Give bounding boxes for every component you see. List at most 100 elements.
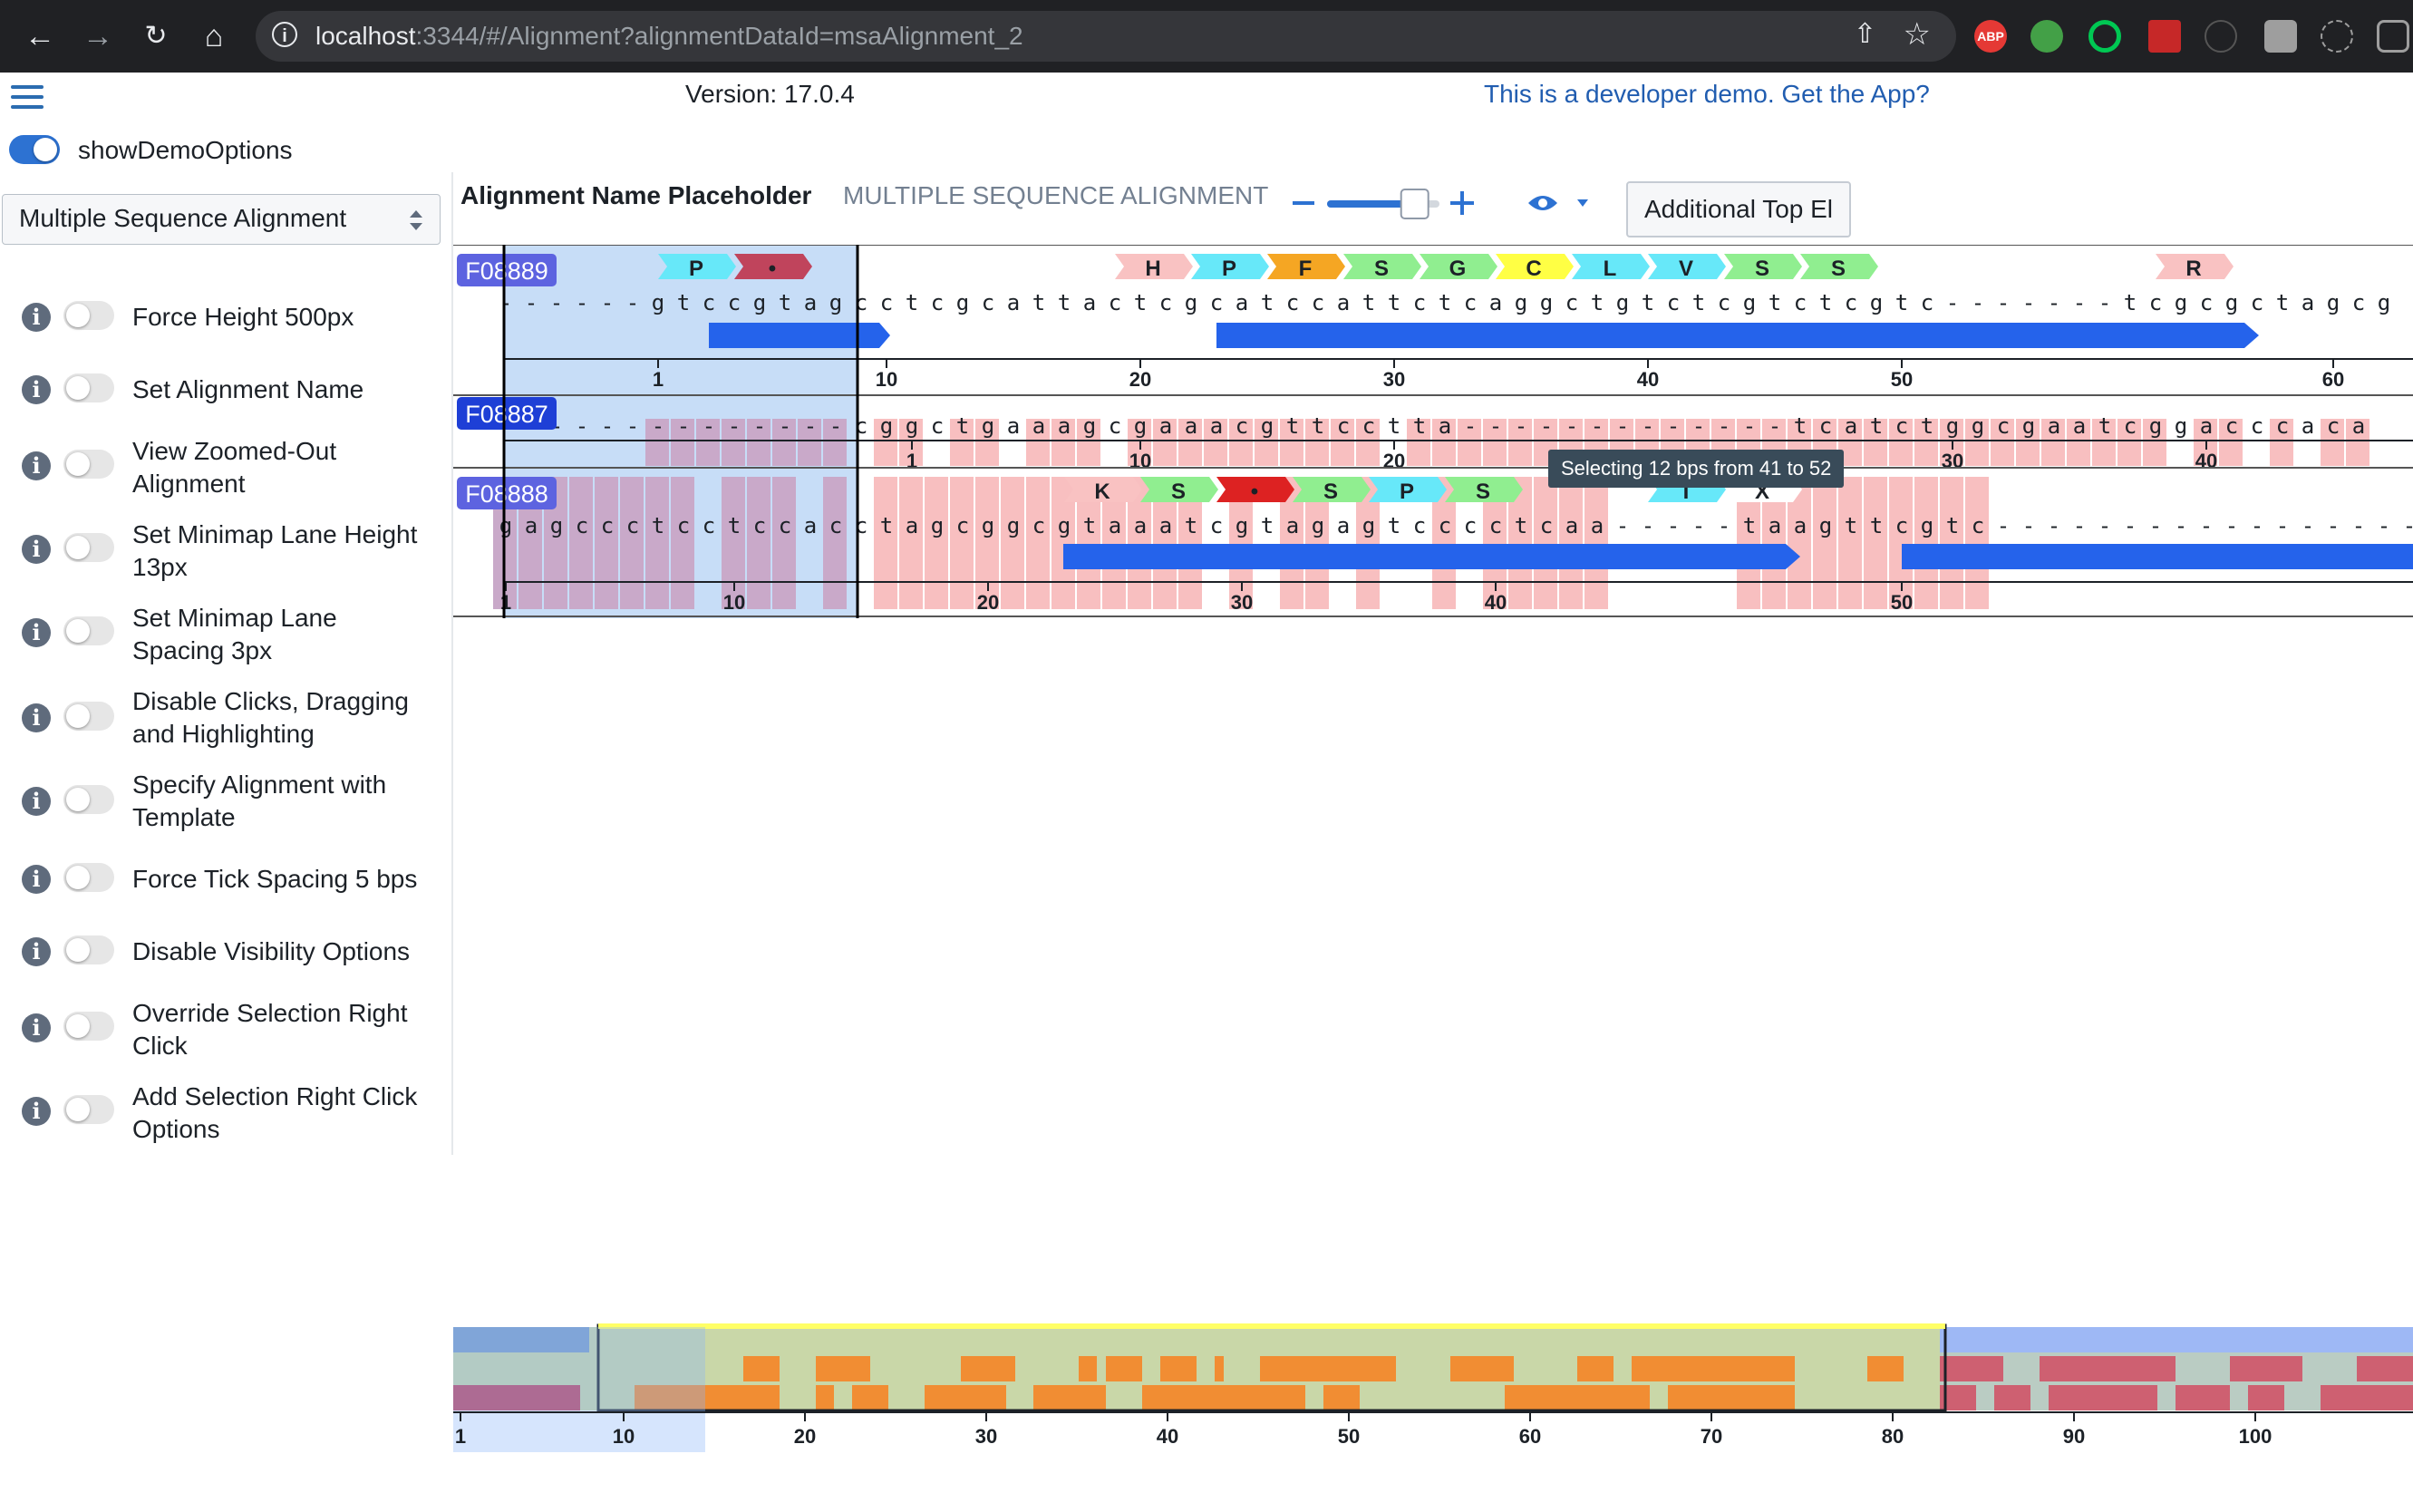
zoom-plus-icon[interactable] <box>1450 191 1474 215</box>
base-letter: t <box>1185 513 1197 538</box>
info-icon[interactable]: i <box>22 787 51 816</box>
amino-acid-label: S <box>1171 480 1186 504</box>
option-toggle[interactable] <box>63 1012 114 1041</box>
base-letter: a <box>1210 413 1223 439</box>
base-letter: c <box>1439 513 1451 538</box>
profile-icon[interactable] <box>2377 20 2409 53</box>
menu-icon[interactable] <box>11 85 44 112</box>
base-letter: - <box>601 290 614 315</box>
mismatch-highlight <box>620 477 644 609</box>
info-icon[interactable]: i <box>22 375 51 404</box>
extension-icon[interactable] <box>2205 20 2237 53</box>
info-icon[interactable]: i <box>22 865 51 894</box>
base-letter: c <box>2124 413 2137 439</box>
base-letter: - <box>2098 290 2111 315</box>
minimap-block <box>1505 1385 1650 1410</box>
base-letter: t <box>1439 290 1451 315</box>
share-icon[interactable]: ⇧ <box>1854 18 1876 50</box>
amino-acid-label: G <box>1449 257 1467 281</box>
visibility-options[interactable] <box>1526 190 1590 218</box>
back-icon[interactable]: ← <box>20 16 60 56</box>
option-toggle[interactable] <box>63 785 114 814</box>
option-toggle[interactable] <box>63 863 114 892</box>
option-toggle[interactable] <box>63 450 114 479</box>
extension-icon[interactable] <box>2264 20 2297 53</box>
zoom-slider[interactable] <box>1291 189 1478 219</box>
forward-icon[interactable]: → <box>78 16 118 56</box>
base-letter: a <box>804 290 817 315</box>
base-letter: t <box>1286 413 1299 439</box>
base-letter: c <box>1413 290 1426 315</box>
base-letter: t <box>1083 513 1096 538</box>
base-letter: - <box>2022 290 2035 315</box>
base-letter: t <box>1870 413 1883 439</box>
base-letter: c <box>1845 290 1857 315</box>
minimap-tick-label: 80 <box>1882 1425 1904 1448</box>
base-letter: - <box>779 413 791 439</box>
base-letter: - <box>1997 290 2010 315</box>
amino-acid-label: S <box>1374 257 1389 281</box>
info-icon[interactable]: i <box>22 618 51 647</box>
base-letter: - <box>1540 413 1553 439</box>
info-icon[interactable]: i <box>22 535 51 564</box>
info-icon[interactable]: i <box>22 937 51 966</box>
alignment-view[interactable]: P • H P F S G C L V S S R- - - - - - g t c c g t a g c c t c g c a t t a c t c… <box>453 245 2413 618</box>
base-letter: - <box>1769 413 1781 439</box>
base-letter: c <box>1997 413 2010 439</box>
base-letter: a <box>2048 413 2060 439</box>
option-toggle[interactable] <box>63 533 114 562</box>
minimap-viewport-top <box>598 1323 1945 1329</box>
base-letter: g <box>1946 413 1959 439</box>
option-label: Disable Clicks, Dragging and Highlightin… <box>132 687 410 748</box>
base-letter: t <box>880 513 893 538</box>
base-letter: c <box>1565 290 1578 315</box>
feature-arrow <box>1902 544 2413 569</box>
option-toggle[interactable] <box>63 616 114 645</box>
show-demo-options-toggle[interactable] <box>9 135 60 164</box>
info-icon[interactable]: i <box>22 303 51 332</box>
base-letter: - <box>2124 513 2137 538</box>
demo-select[interactable]: Multiple Sequence Alignment <box>2 194 441 245</box>
option-toggle[interactable] <box>63 1095 114 1124</box>
option-toggle[interactable] <box>63 373 114 402</box>
browser-chrome: ← → ↻ ⌂ i localhost:3344/#/Alignment?ali… <box>0 0 2413 73</box>
info-icon[interactable]: i <box>22 451 51 480</box>
site-info-icon[interactable]: i <box>272 22 297 47</box>
tick-label: 1 <box>500 591 511 614</box>
base-letter: g <box>1236 513 1248 538</box>
option-label: Add Selection Right Click Options <box>132 1082 418 1143</box>
option-toggle[interactable] <box>63 301 114 330</box>
option-label: Override Selection Right Click <box>132 999 408 1060</box>
base-letter: a <box>906 513 918 538</box>
base-letter: - <box>1591 413 1604 439</box>
extension-icon[interactable] <box>2030 20 2063 53</box>
get-app-link[interactable]: This is a developer demo. Get the App? <box>1484 80 1930 109</box>
sequence-name: F08887 <box>465 401 548 428</box>
base-letter: a <box>525 513 538 538</box>
info-icon[interactable]: i <box>22 703 51 732</box>
zoom-minus-icon[interactable] <box>1293 201 1314 205</box>
extension-icon[interactable] <box>2148 20 2181 53</box>
base-letter: t <box>1845 513 1857 538</box>
minimap-block <box>1323 1385 1360 1410</box>
option-toggle[interactable] <box>63 702 114 731</box>
reload-icon[interactable]: ↻ <box>136 16 176 56</box>
option-toggle[interactable] <box>63 935 114 964</box>
minimap[interactable]: 1 10 20 30 40 50 60 70 80 90 100 <box>453 1316 2413 1452</box>
extension-icon[interactable] <box>2321 20 2353 53</box>
additional-top-button[interactable]: Additional Top El <box>1626 181 1851 237</box>
home-icon[interactable]: ⌂ <box>194 16 234 56</box>
minimap-tick-label: 20 <box>794 1425 816 1448</box>
info-icon[interactable]: i <box>22 1013 51 1042</box>
bookmark-star-icon[interactable]: ☆ <box>1904 16 1931 53</box>
address-bar[interactable]: i localhost:3344/#/Alignment?alignmentDa… <box>256 11 1956 62</box>
base-letter: - <box>1616 413 1629 439</box>
adblock-icon[interactable]: ABP <box>1974 20 2007 53</box>
base-letter: t <box>1769 290 1781 315</box>
zoom-handle[interactable] <box>1400 189 1429 219</box>
base-letter: c <box>1667 290 1680 315</box>
base-letter: - <box>1692 413 1705 439</box>
info-icon[interactable]: i <box>22 1097 51 1126</box>
base-letter: c <box>703 513 715 538</box>
extension-icon[interactable] <box>2088 20 2121 53</box>
